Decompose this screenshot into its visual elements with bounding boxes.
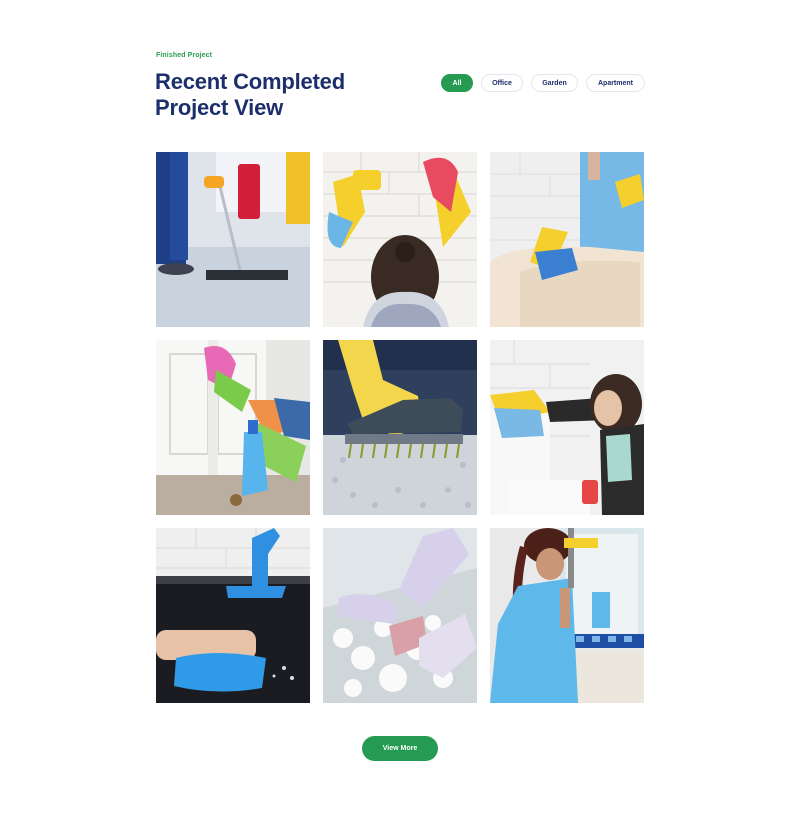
filter-apartment-button[interactable]: Apartment — [586, 74, 645, 92]
project-photo-cleaning-tile-wall[interactable] — [323, 152, 477, 327]
project-photo-mopping-floor[interactable] — [156, 152, 310, 327]
project-photo-washing-mirror[interactable] — [490, 528, 644, 703]
filter-all-button[interactable]: All — [441, 74, 473, 92]
filter-garden-button[interactable]: Garden — [531, 74, 578, 92]
project-photo-cleaning-kitchen-cabinet[interactable] — [156, 340, 310, 515]
project-gallery — [156, 152, 644, 703]
view-more-button[interactable]: View More — [362, 736, 438, 761]
project-photo-brushing-carpet[interactable] — [323, 340, 477, 515]
project-photo-wiping-bathtub[interactable] — [490, 152, 644, 327]
cleaning-kitchen-cabinet-image — [156, 340, 310, 515]
wiping-bathtub-image — [490, 152, 644, 327]
filter-tabs: All Office Garden Apartment — [441, 74, 645, 92]
project-photo-wiping-stovetop[interactable] — [156, 528, 310, 703]
mopping-floor-image — [156, 152, 310, 327]
brushing-carpet-image — [323, 340, 477, 515]
section-title: Recent Completed Project View — [155, 69, 345, 120]
project-photo-cleaning-toilet[interactable] — [490, 340, 644, 515]
filter-office-button[interactable]: Office — [481, 74, 523, 92]
cleaning-toilet-image — [490, 340, 644, 515]
project-photo-scrubbing-floor[interactable] — [323, 528, 477, 703]
scrubbing-floor-image — [323, 528, 477, 703]
section-eyebrow: Finished Project — [156, 52, 213, 59]
washing-mirror-image — [490, 528, 644, 703]
cleaning-tile-wall-image — [323, 152, 477, 327]
wiping-stovetop-image — [156, 528, 310, 703]
